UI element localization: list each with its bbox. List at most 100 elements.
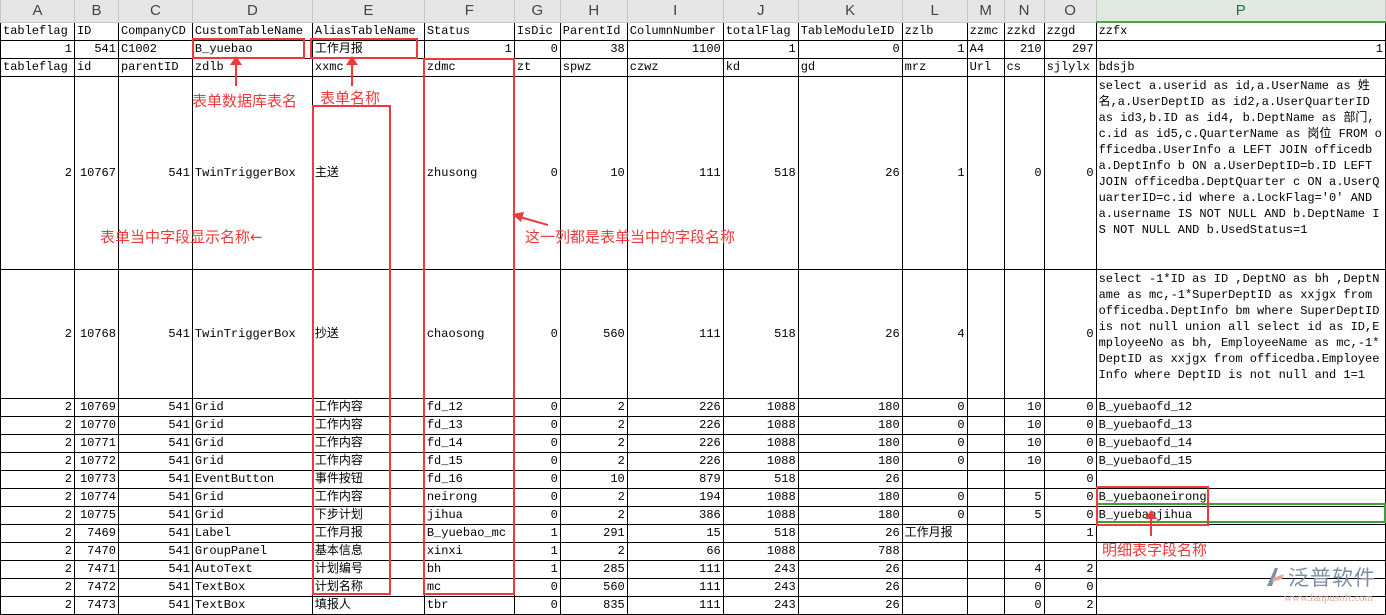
cell-l5[interactable]: 4 [902,270,967,399]
cell-n13[interactable] [1004,525,1044,543]
cell-a1[interactable]: tableflag [1,22,75,41]
cell-o4[interactable]: 0 [1044,77,1096,270]
cell-k5[interactable]: 26 [798,270,902,399]
cell-j12[interactable]: 1088 [723,507,798,525]
cell-b9[interactable]: 10772 [74,453,118,471]
cell-l6[interactable]: 0 [902,399,967,417]
cell-g8[interactable]: 0 [514,435,560,453]
cell-g15[interactable]: 1 [514,561,560,579]
cell-h13[interactable]: 291 [560,525,627,543]
cell-j8[interactable]: 1088 [723,435,798,453]
column-header-c[interactable]: C [118,0,192,22]
cell-l3[interactable]: mrz [902,59,967,77]
cell-d6[interactable]: Grid [192,399,312,417]
cell-b3[interactable]: id [74,59,118,77]
cell-h11[interactable]: 2 [560,489,627,507]
cell-g10[interactable]: 0 [514,471,560,489]
cell-i12[interactable]: 386 [627,507,723,525]
cell-a12[interactable]: 2 [1,507,75,525]
cell-l9[interactable]: 0 [902,453,967,471]
cell-a15[interactable]: 2 [1,561,75,579]
cell-c14[interactable]: 541 [118,543,192,561]
cell-b7[interactable]: 10770 [74,417,118,435]
cell-a7[interactable]: 2 [1,417,75,435]
column-header-h[interactable]: H [560,0,627,22]
cell-m15[interactable] [967,561,1004,579]
cell-k11[interactable]: 180 [798,489,902,507]
cell-m7[interactable] [967,417,1004,435]
cell-o15[interactable]: 2 [1044,561,1096,579]
cell-n5[interactable] [1004,270,1044,399]
cell-m8[interactable] [967,435,1004,453]
cell-k15[interactable]: 26 [798,561,902,579]
cell-h10[interactable]: 10 [560,471,627,489]
cell-n16[interactable]: 0 [1004,579,1044,597]
cell-d13[interactable]: Label [192,525,312,543]
cell-c12[interactable]: 541 [118,507,192,525]
cell-d11[interactable]: Grid [192,489,312,507]
cell-p7[interactable]: B_yuebaofd_13 [1096,417,1385,435]
cell-b13[interactable]: 7469 [74,525,118,543]
cell-k6[interactable]: 180 [798,399,902,417]
cell-i3[interactable]: czwz [627,59,723,77]
cell-j1[interactable]: totalFlag [723,22,798,41]
cell-d7[interactable]: Grid [192,417,312,435]
cell-j14[interactable]: 1088 [723,543,798,561]
cell-g13[interactable]: 1 [514,525,560,543]
cell-b16[interactable]: 7472 [74,579,118,597]
cell-l4[interactable]: 1 [902,77,967,270]
cell-o13[interactable]: 1 [1044,525,1096,543]
cell-n12[interactable]: 5 [1004,507,1044,525]
column-header-k[interactable]: K [798,0,902,22]
cell-c16[interactable]: 541 [118,579,192,597]
cell-m1[interactable]: zzmc [967,22,1004,41]
cell-d14[interactable]: GroupPanel [192,543,312,561]
cell-i9[interactable]: 226 [627,453,723,471]
cell-h16[interactable]: 560 [560,579,627,597]
cell-g11[interactable]: 0 [514,489,560,507]
cell-k8[interactable]: 180 [798,435,902,453]
cell-g5[interactable]: 0 [514,270,560,399]
cell-b14[interactable]: 7470 [74,543,118,561]
cell-b1[interactable]: ID [74,22,118,41]
cell-k16[interactable]: 26 [798,579,902,597]
cell-c9[interactable]: 541 [118,453,192,471]
cell-l15[interactable] [902,561,967,579]
cell-g6[interactable]: 0 [514,399,560,417]
cell-i6[interactable]: 226 [627,399,723,417]
cell-h15[interactable]: 285 [560,561,627,579]
cell-l10[interactable] [902,471,967,489]
column-header-a[interactable]: A [1,0,75,22]
cell-l13[interactable]: 工作月报 [902,525,967,543]
cell-a4[interactable]: 2 [1,77,75,270]
cell-a14[interactable]: 2 [1,543,75,561]
cell-l7[interactable]: 0 [902,417,967,435]
cell-n14[interactable] [1004,543,1044,561]
cell-o5[interactable]: 0 [1044,270,1096,399]
cell-l11[interactable]: 0 [902,489,967,507]
cell-m6[interactable] [967,399,1004,417]
cell-a8[interactable]: 2 [1,435,75,453]
cell-m4[interactable] [967,77,1004,270]
cell-i11[interactable]: 194 [627,489,723,507]
cell-h9[interactable]: 2 [560,453,627,471]
cell-m5[interactable] [967,270,1004,399]
column-header-b[interactable]: B [74,0,118,22]
column-header-n[interactable]: N [1004,0,1044,22]
cell-p3[interactable]: bdsjb [1096,59,1385,77]
cell-i2[interactable]: 1100 [627,41,723,59]
cell-a2[interactable]: 1 [1,41,75,59]
column-header-p[interactable]: P [1096,0,1385,22]
cell-j5[interactable]: 518 [723,270,798,399]
cell-o9[interactable]: 0 [1044,453,1096,471]
cell-d9[interactable]: Grid [192,453,312,471]
cell-o7[interactable]: 0 [1044,417,1096,435]
cell-l16[interactable] [902,579,967,597]
cell-d3[interactable]: zdlb [192,59,312,77]
cell-d10[interactable]: EventButton [192,471,312,489]
cell-n7[interactable]: 10 [1004,417,1044,435]
cell-p4[interactable]: select a.userid as id,a.UserName as 姓名,a… [1096,77,1385,270]
cell-j16[interactable]: 243 [723,579,798,597]
column-header-i[interactable]: I [627,0,723,22]
cell-i14[interactable]: 66 [627,543,723,561]
